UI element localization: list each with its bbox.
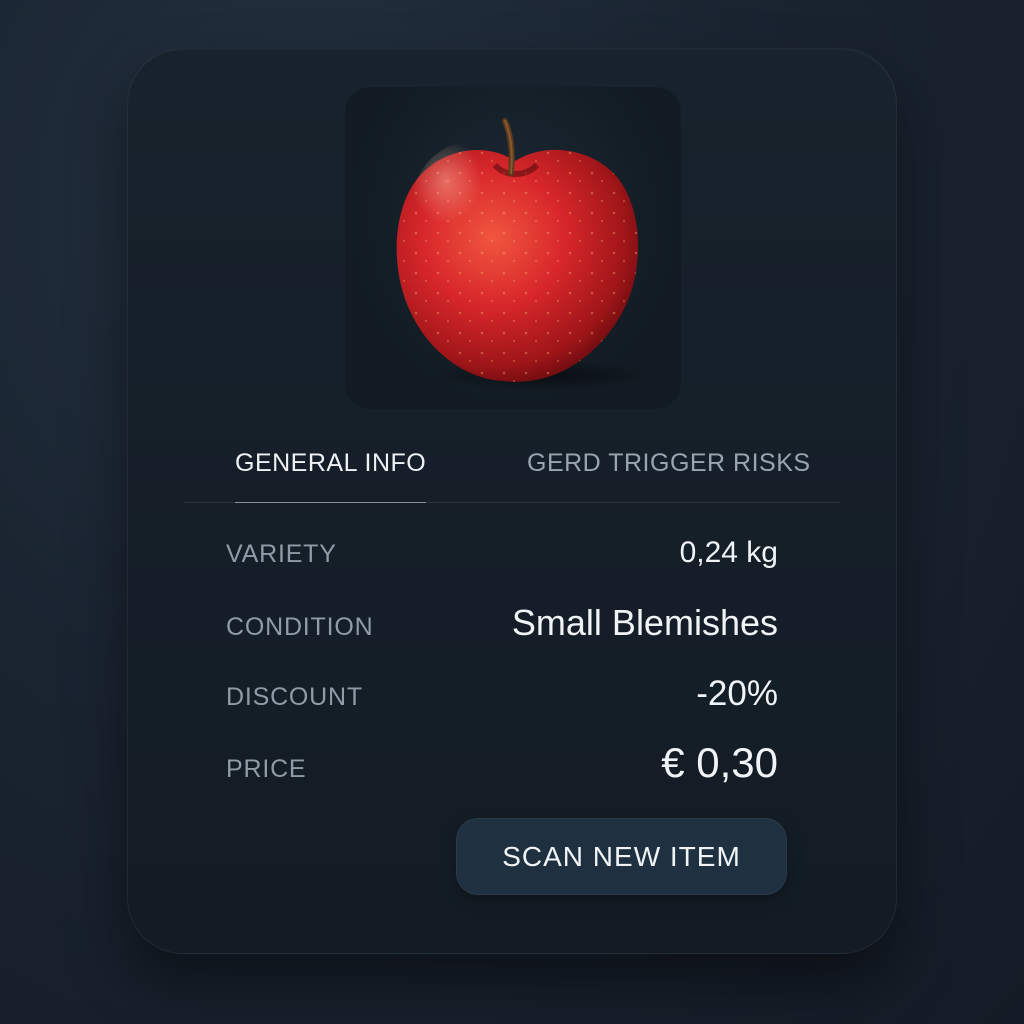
detail-row-price: PRICE € 0,30 — [226, 739, 778, 787]
discount-value: -20% — [696, 674, 778, 713]
tab-bar: GENERAL INFO GERD TRIGGER RISKS — [184, 439, 840, 503]
product-card: GENERAL INFO GERD TRIGGER RISKS VARIETY … — [127, 48, 897, 954]
detail-row-variety: VARIETY 0,24 kg — [226, 536, 778, 570]
price-label: PRICE — [226, 755, 307, 783]
condition-label: CONDITION — [226, 613, 374, 641]
tab-general-info[interactable]: GENERAL INFO — [235, 449, 427, 503]
detail-row-condition: CONDITION Small Blemishes — [226, 602, 778, 644]
condition-value: Small Blemishes — [511, 602, 778, 643]
scan-new-item-button[interactable]: SCAN NEW ITEM — [456, 818, 787, 895]
tab-gerd-trigger-risks[interactable]: GERD TRIGGER RISKS — [527, 449, 811, 502]
variety-label: VARIETY — [226, 540, 337, 568]
apple-icon — [396, 118, 650, 391]
variety-value: 0,24 kg — [679, 536, 778, 569]
detail-row-discount: DISCOUNT -20% — [226, 674, 778, 714]
price-value: € 0,30 — [661, 739, 778, 786]
product-image — [345, 87, 681, 409]
discount-label: DISCOUNT — [226, 683, 363, 711]
